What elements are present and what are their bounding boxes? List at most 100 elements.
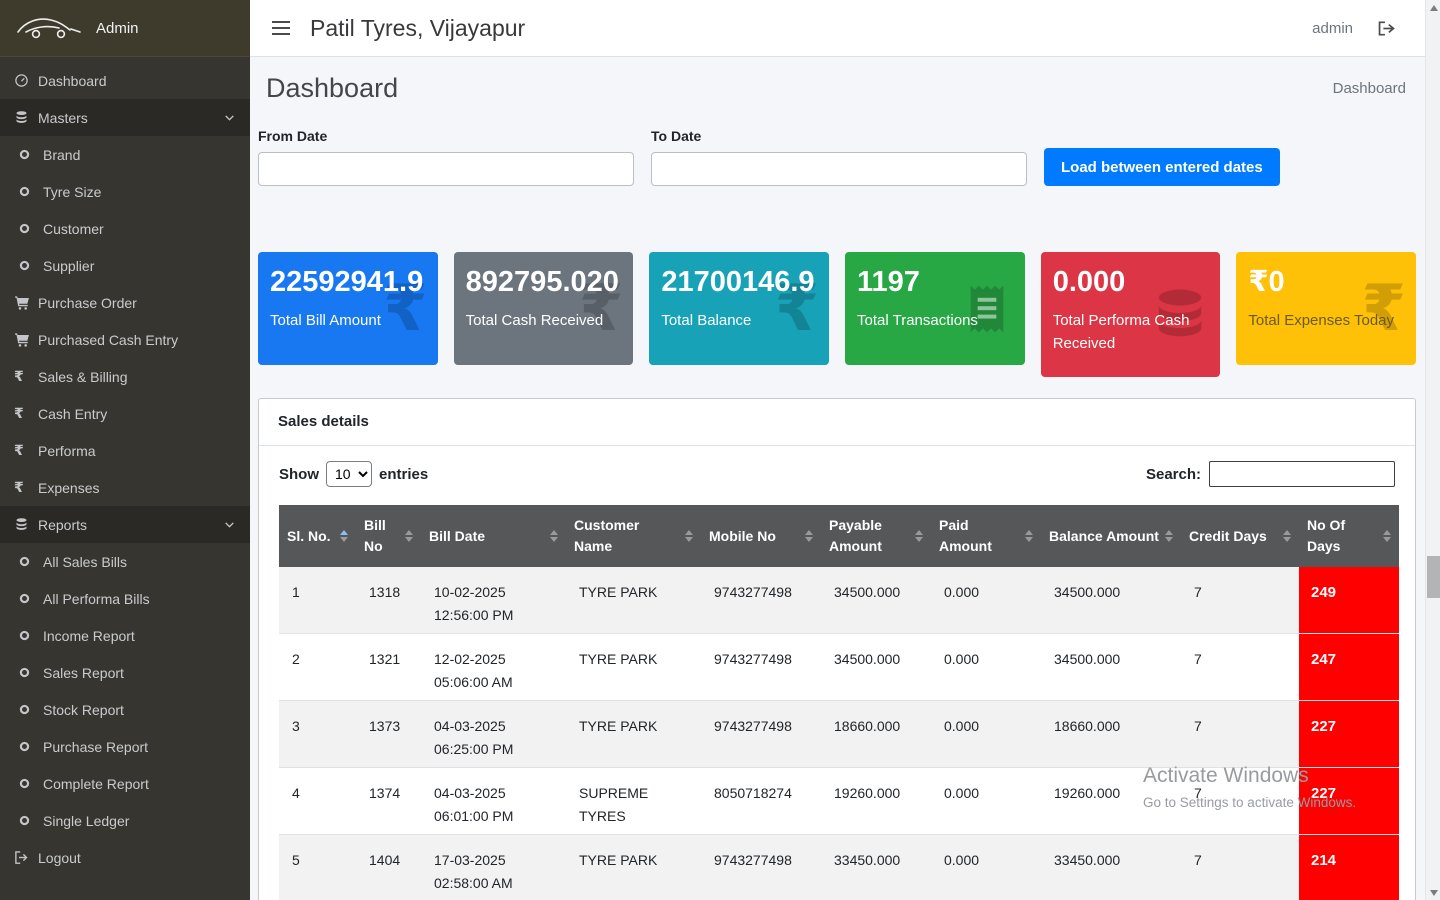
cell-no-of-days: 227 [1299,768,1399,835]
sidebar-item-purchase-report[interactable]: Purchase Report [0,728,250,765]
stat-card-total-transactions: 1197Total Transactions [845,252,1025,365]
cart-icon [14,295,38,311]
content: Dashboard Dashboard From Date To Date Lo… [250,57,1440,900]
column-header-bill-date[interactable]: Bill Date [421,505,566,567]
sort-icon [1283,530,1291,542]
cell-credit-days: 7 [1181,768,1299,835]
stack-icon [14,517,38,532]
search-input[interactable] [1209,461,1395,487]
sidebar-item-label: Brand [43,147,80,163]
column-label: Mobile No [709,526,776,547]
search-box: Search: [1146,461,1395,487]
sort-icon [1025,530,1033,542]
logout-icon[interactable] [1377,20,1396,37]
car-logo-icon [14,11,84,46]
column-header-customer-name[interactable]: Customer Name [566,505,701,567]
sidebar-item-purchase-order[interactable]: Purchase Order [0,284,250,321]
to-date-label: To Date [651,128,1027,144]
column-header-payable-amount[interactable]: Payable Amount [821,505,931,567]
column-header-bill-no[interactable]: Bill No [356,505,421,567]
sidebar-item-label: Customer [43,221,104,237]
cell-credit-days: 7 [1181,634,1299,701]
cell-mobile-no: 9743277498 [701,835,821,900]
cell-sl-no: 2 [279,634,356,701]
sidebar-item-reports[interactable]: Reports [0,506,250,543]
page-title: Dashboard [266,73,398,104]
logout-icon [14,850,38,865]
cell-paid-amount: 0.000 [931,567,1041,634]
cell-balance-amount: 34500.000 [1041,634,1181,701]
sidebar-item-purchased-cash-entry[interactable]: Purchased Cash Entry [0,321,250,358]
cell-paid-amount: 0.000 [931,634,1041,701]
sidebar-item-label: Single Ledger [43,813,129,829]
cell-bill-date: 04-03-202506:01:00 PM [421,768,566,835]
sales-panel-title: Sales details [278,413,369,430]
column-header-credit-days[interactable]: Credit Days [1181,505,1299,567]
scroll-up-icon[interactable] [1426,0,1440,15]
sort-icon [550,530,558,542]
table-row: 1131810-02-202512:56:00 PMTYRE PARK97432… [279,567,1399,634]
stat-value: 22592941.9 [270,265,426,300]
cell-bill-no: 1318 [356,567,421,634]
sidebar-item-all-performa-bills[interactable]: All Performa Bills [0,580,250,617]
stat-cards: 22592941.9Total Bill Amount₹892795.020To… [258,252,1416,377]
sidebar-item-brand[interactable]: Brand [0,136,250,173]
sidebar-item-sales-report[interactable]: Sales Report [0,654,250,691]
column-header-sl-no[interactable]: Sl. No. [279,505,356,567]
column-header-no-of-days[interactable]: No Of Days [1299,505,1399,567]
cell-customer-name: TYRE PARK [566,701,701,768]
sidebar-item-logout[interactable]: Logout [0,839,250,876]
scrollbar[interactable] [1425,0,1440,900]
stack-icon [14,110,38,125]
column-header-mobile-no[interactable]: Mobile No [701,505,821,567]
sort-icon [685,530,693,542]
column-label: Bill Date [429,526,485,547]
sidebar-item-label: Sales & Billing [38,369,128,385]
sidebar-item-sales-billing[interactable]: ₹Sales & Billing [0,358,250,395]
sidebar-item-cash-entry[interactable]: ₹Cash Entry [0,395,250,432]
cell-bill-no: 1373 [356,701,421,768]
sidebar-item-income-report[interactable]: Income Report [0,617,250,654]
sidebar-item-dashboard[interactable]: Dashboard [0,62,250,99]
sidebar-item-customer[interactable]: Customer [0,210,250,247]
cell-credit-days: 7 [1181,835,1299,900]
app: Admin DashboardMastersBrandTyre SizeCust… [0,0,1440,900]
entries-select[interactable]: 10 [326,461,372,487]
sidebar-item-performa[interactable]: ₹Performa [0,432,250,469]
sidebar-item-single-ledger[interactable]: Single Ledger [0,802,250,839]
sidebar-item-complete-report[interactable]: Complete Report [0,765,250,802]
cell-paid-amount: 0.000 [931,835,1041,900]
stat-value: 892795.020 [466,265,622,300]
entries-label: entries [379,466,428,483]
cell-mobile-no: 8050718274 [701,768,821,835]
sidebar-item-masters[interactable]: Masters [0,99,250,136]
ring-icon [19,741,43,752]
column-label: Paid Amount [939,515,1021,557]
stat-label: Total Balance [661,309,817,332]
column-label: Customer Name [574,515,681,557]
show-entries: Show 10 entries [279,461,428,487]
ring-icon [19,223,43,234]
sidebar-item-expenses[interactable]: ₹Expenses [0,469,250,506]
sidebar-item-supplier[interactable]: Supplier [0,247,250,284]
ring-icon [19,149,43,160]
breadcrumb[interactable]: Dashboard [1333,80,1406,97]
table-row: 4137404-03-202506:01:00 PMSUPREME TYRES8… [279,768,1399,835]
column-header-balance-amount[interactable]: Balance Amount [1041,505,1181,567]
to-date-input[interactable] [651,152,1027,186]
cell-balance-amount: 19260.000 [1041,768,1181,835]
scroll-down-icon[interactable] [1426,885,1440,900]
menu-toggle-icon[interactable] [272,21,290,35]
from-date-input[interactable] [258,152,634,186]
days-badge: 247 [1299,634,1399,700]
sidebar-item-stock-report[interactable]: Stock Report [0,691,250,728]
column-header-paid-amount[interactable]: Paid Amount [931,505,1041,567]
sidebar-item-label: Masters [38,110,88,126]
sidebar-item-all-sales-bills[interactable]: All Sales Bills [0,543,250,580]
stat-label: Total Expenses Today [1248,309,1404,332]
scrollbar-thumb[interactable] [1427,556,1440,598]
load-dates-button[interactable]: Load between entered dates [1044,148,1280,186]
username[interactable]: admin [1312,20,1353,37]
sales-table: Sl. No.Bill No Bill Date Customer Name Mobi… [279,505,1399,900]
sidebar-item-tyre-size[interactable]: Tyre Size [0,173,250,210]
